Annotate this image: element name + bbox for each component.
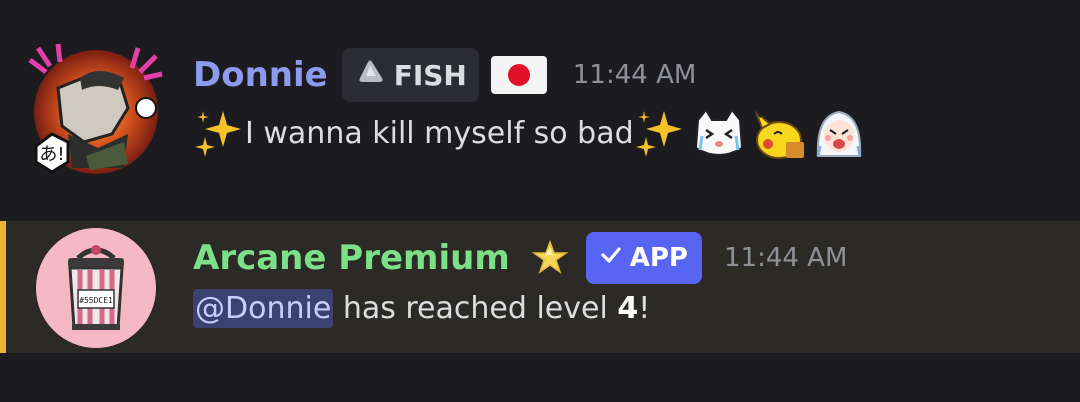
sparkles-icon (634, 107, 686, 159)
avatar-label: #55DCE1 (79, 296, 113, 305)
app-badge: APP (585, 232, 702, 284)
clan-tag[interactable]: FISH (341, 48, 479, 102)
crying-cat-sticker[interactable] (692, 106, 746, 160)
timestamp[interactable]: 11:44 AM (724, 243, 847, 273)
message-content: @Donnie has reached level 4! (193, 283, 650, 333)
mention-highlight-bar (0, 221, 6, 353)
gray-gem-icon (352, 54, 388, 97)
user-mention[interactable]: @Donnie (193, 288, 334, 328)
username[interactable]: Arcane Premium (193, 238, 510, 278)
clan-tag-label: FISH (393, 58, 467, 92)
message-content: I wanna kill myself so bad (193, 104, 866, 162)
username[interactable]: Donnie (193, 55, 328, 95)
avatar[interactable]: あ! (28, 38, 170, 180)
avatar[interactable]: #55DCE1 (36, 228, 156, 348)
sparkles-icon (193, 107, 245, 159)
message-text: I wanna kill myself so bad (245, 115, 634, 151)
message-text-end: ! (638, 290, 651, 326)
checkmark-icon (600, 243, 622, 273)
message-header: Arcane Premium APP 11:44 AM (193, 231, 847, 285)
message-header: Donnie FISH 11:44 AM (193, 48, 696, 102)
japan-flag-icon (490, 56, 547, 94)
chat-log: あ! Donnie FISH 11:44 AM I wanna kill mys… (0, 0, 1080, 402)
message-arcane-premium[interactable]: #55DCE1 Arcane Premium APP 11:44 AM @Don… (0, 221, 1080, 353)
message-donnie[interactable]: あ! Donnie FISH 11:44 AM I wanna kill mys… (0, 24, 1080, 194)
star-icon (530, 238, 570, 278)
timestamp[interactable]: 11:44 AM (573, 60, 696, 90)
app-badge-label: APP (629, 243, 688, 273)
svg-text:あ!: あ! (39, 144, 64, 165)
crying-girl-sticker[interactable] (812, 106, 866, 160)
message-text: has reached level (333, 290, 618, 326)
level-number: 4 (617, 290, 639, 326)
pikachu-sticker[interactable] (752, 106, 806, 160)
